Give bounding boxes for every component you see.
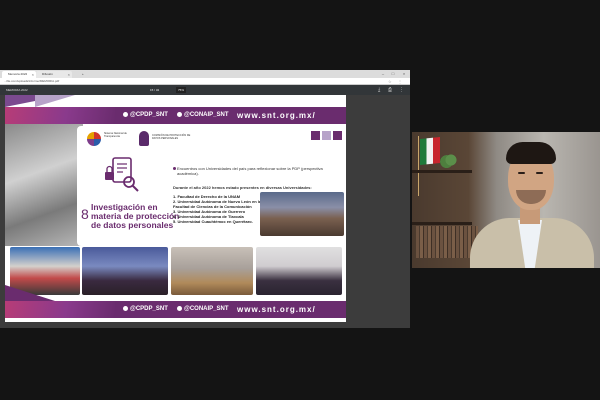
tab-label: Memoria 2022 [8, 72, 28, 76]
flag-pole [418, 136, 419, 196]
print-icon[interactable]: ⎙ [388, 85, 392, 95]
site-url: www.snt.org.mx/ [237, 305, 316, 314]
event-photo [260, 192, 344, 236]
decor-triangle [5, 285, 55, 301]
social-handle: @CONAIP_SNT [177, 301, 229, 318]
speaker-hair [506, 142, 556, 164]
url-text: ...file.com/uploads/informe/MEMORIA.pdf [4, 79, 60, 83]
decor-square [333, 131, 342, 140]
minimize-icon[interactable]: – [378, 70, 388, 78]
pdf-page-indicator[interactable]: 15 / 32 [150, 87, 159, 93]
download-icon[interactable]: ⤓ [378, 85, 380, 95]
mexico-flag [420, 136, 440, 166]
maximize-icon[interactable]: □ [388, 70, 398, 78]
plant [440, 152, 462, 168]
document-search-icon [105, 157, 139, 192]
bookshelf [416, 226, 478, 258]
commission-logo-text: COMISIÓN DE PROTECCIÓN DE DATOS PERSONAL… [152, 134, 191, 140]
pdf-zoom-field[interactable]: 75% [176, 87, 186, 93]
close-icon[interactable]: × [32, 71, 34, 78]
commission-logo [139, 131, 149, 146]
tab-label: Difusión [42, 72, 53, 76]
site-url: www.snt.org.mx/ [237, 111, 316, 120]
tab-secondary[interactable]: Difusión × [36, 71, 72, 78]
more-icon[interactable]: ⋮ [399, 85, 404, 95]
event-photo [256, 247, 342, 295]
close-window-icon[interactable]: × [399, 70, 409, 78]
speaker-eye [518, 172, 525, 174]
bullet-text: Encuentros con Universidades del país pa… [177, 166, 323, 176]
background-photo [5, 124, 83, 246]
social-icon [177, 305, 182, 311]
tab-active[interactable]: Memoria 2022 × [2, 71, 36, 78]
shelf [412, 222, 472, 225]
new-tab-button[interactable]: + [76, 71, 106, 78]
university-list: 1. Facultad de Derecho de la UNAM 2. Uni… [173, 194, 263, 224]
snt-logo-text: Sistema Nacional de Transparencia [104, 132, 127, 138]
social-handle: @CONAIP_SNT [177, 107, 229, 124]
list-item: 5. Universidad Cuauhtémoc en Querétaro. [173, 219, 253, 224]
bullet-icon [173, 167, 176, 170]
pdf-slide: @CPDP_SNT @CONAIP_SNT www.snt.org.mx/ Si… [5, 95, 346, 322]
snt-logo [87, 132, 101, 146]
list-item: 2. Universidad Autónoma de Nuevo León en… [173, 199, 262, 209]
pdf-filename: MEMORIA 2022 [6, 88, 28, 92]
tab-strip: Memoria 2022 × Difusión × + – □ × [0, 70, 410, 78]
shared-browser-window: Memoria 2022 × Difusión × + – □ × ...fil… [0, 70, 410, 328]
decor-square [311, 131, 320, 140]
social-handle: @CPDP_SNT [123, 301, 168, 318]
section-title: Investigación en materia de protección d… [91, 202, 180, 230]
star-icon[interactable]: ☆ [388, 78, 392, 85]
menu-icon[interactable]: ⋮ [398, 78, 402, 85]
section-number: 8 [81, 206, 89, 222]
intro-text: Durante el año 2022 hemos estado present… [173, 185, 312, 190]
event-photo [171, 247, 253, 295]
participant-video[interactable] [412, 132, 600, 268]
social-icon [123, 305, 128, 311]
speaker-eye [536, 172, 543, 174]
social-handle: @CPDP_SNT [123, 107, 168, 124]
address-bar[interactable]: ...file.com/uploads/informe/MEMORIA.pdf … [0, 78, 410, 85]
content-card: Sistema Nacional de Transparencia COMISI… [77, 126, 345, 246]
decor-triangle [35, 95, 75, 107]
meeting-screen: Memoria 2022 × Difusión × + – □ × ...fil… [0, 0, 600, 400]
decor-square [322, 131, 331, 140]
slide-footer-band: @CPDP_SNT @CONAIP_SNT www.snt.org.mx/ [5, 301, 346, 318]
social-icon [123, 111, 128, 117]
band-gradient [5, 107, 115, 124]
event-photo [82, 247, 168, 295]
shelf [412, 170, 472, 173]
social-icon [177, 111, 182, 117]
band-gradient [5, 301, 115, 318]
slide-header-band: @CPDP_SNT @CONAIP_SNT www.snt.org.mx/ [5, 107, 346, 124]
pdf-toolbar: MEMORIA 2022 15 / 32 75% ⤓ ⎙ ⋮ [0, 85, 410, 95]
close-icon[interactable]: × [68, 71, 70, 78]
